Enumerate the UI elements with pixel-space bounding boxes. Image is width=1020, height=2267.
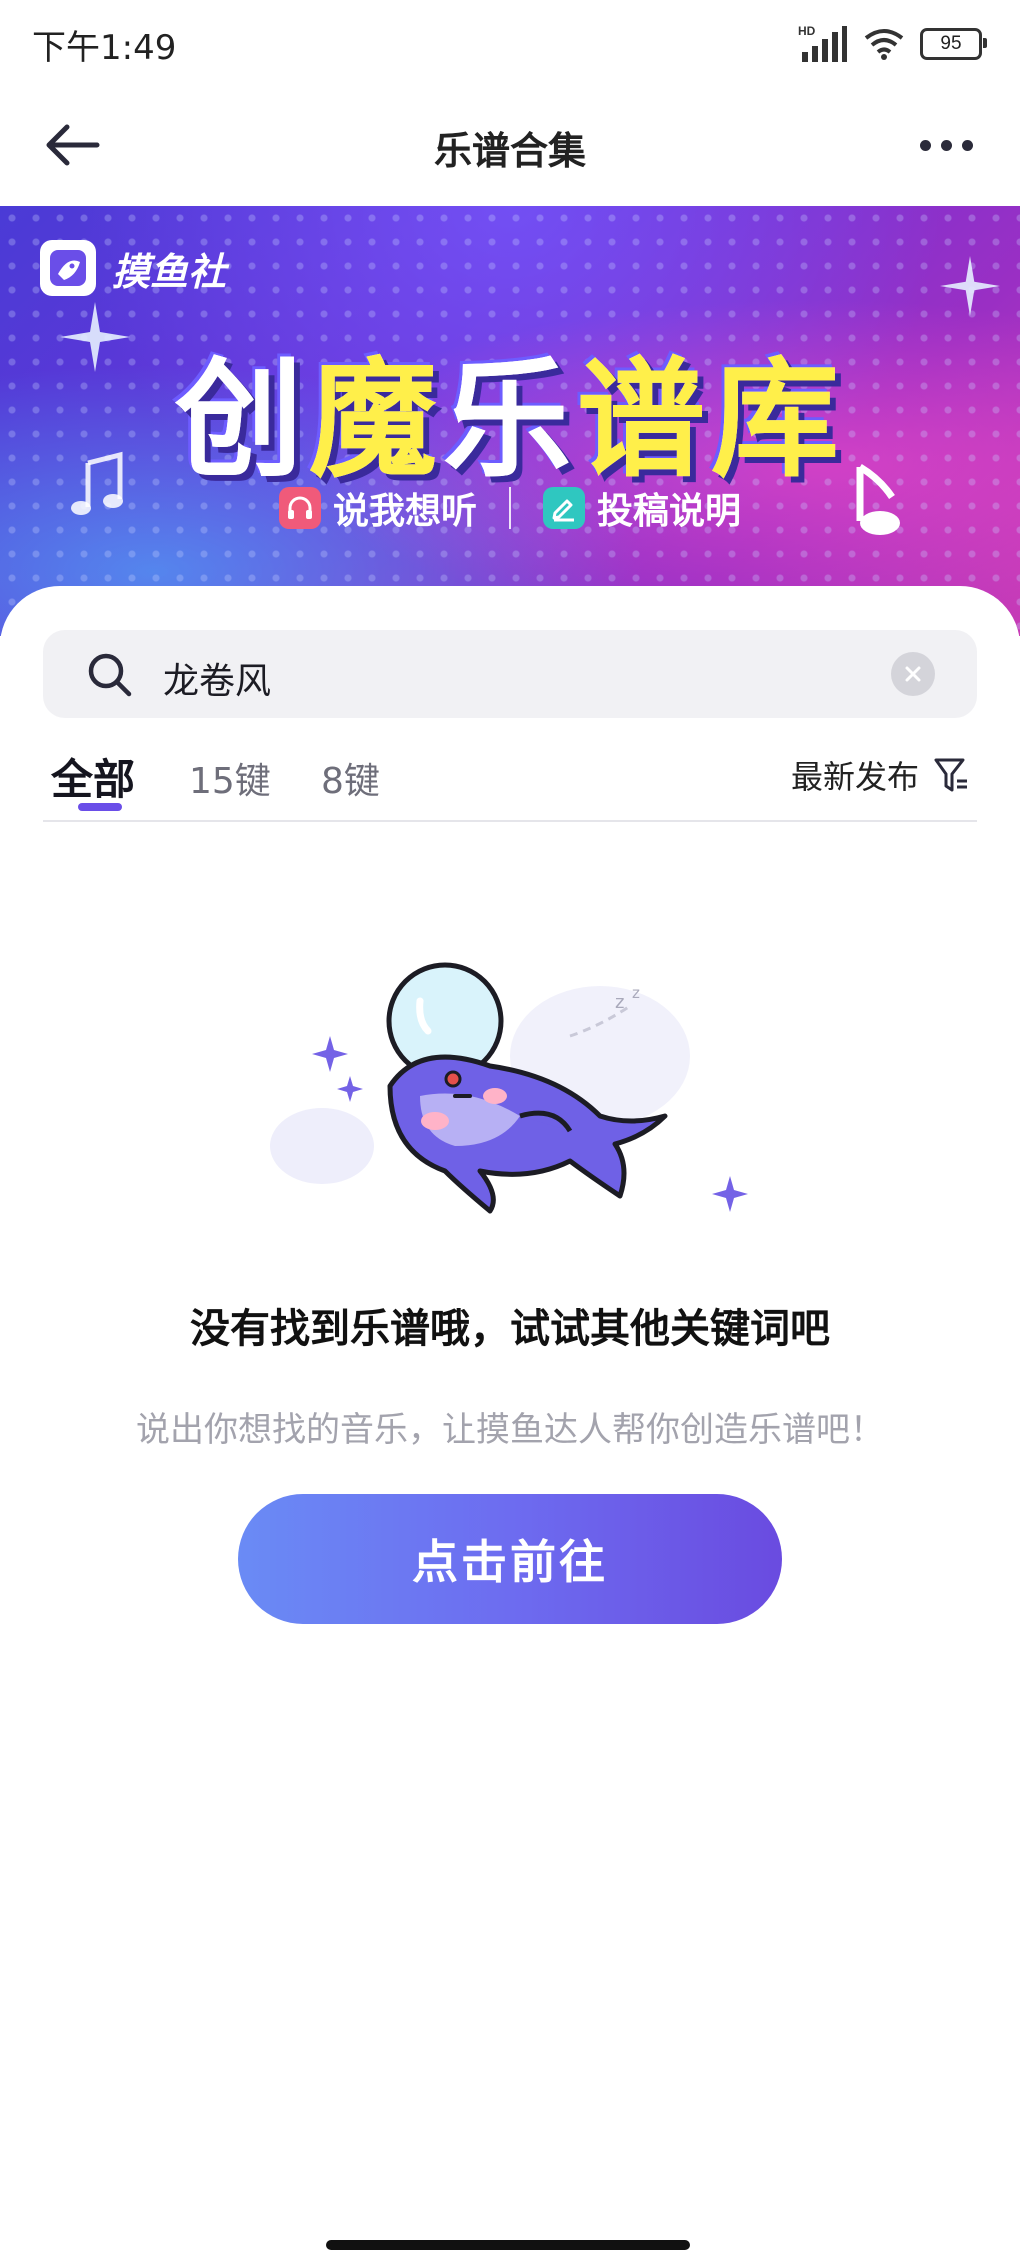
divider: [509, 487, 511, 529]
network-label: HD: [798, 24, 816, 38]
banner-title: 创魔乐谱库: [0, 316, 1020, 501]
headphones-icon: [278, 487, 321, 529]
status-icons: HD 95: [798, 24, 987, 64]
tab-label: 全部: [51, 755, 136, 804]
tab-bar: 全部 15键 8键 最新发布: [43, 736, 977, 822]
banner-title-part: 创: [174, 346, 309, 495]
search-value[interactable]: 龙卷风: [163, 652, 271, 704]
more-dots-icon: [919, 139, 931, 151]
nav-bar: 乐谱合集: [0, 86, 1020, 206]
search-icon: [88, 653, 132, 697]
request-song-link[interactable]: 说我想听: [278, 482, 477, 534]
search-input[interactable]: 龙卷风: [43, 630, 977, 718]
banner-title-highlight: 魔: [308, 346, 443, 495]
wifi-icon: [864, 29, 904, 60]
tab-8-keys[interactable]: 8键: [321, 752, 380, 804]
sort-label: 最新发布: [790, 758, 919, 796]
empty-state-subtitle: 说出你想找的音乐，让摸鱼达人帮你创造乐谱吧！: [136, 1410, 884, 1450]
go-button[interactable]: 点击前往: [238, 1494, 782, 1624]
submission-guide-link[interactable]: 投稿说明: [543, 482, 741, 534]
filter-icon: [934, 758, 967, 792]
empty-state-illustration: z z: [270, 962, 748, 1214]
banner-title-part: 乐: [443, 346, 578, 495]
empty-state-title: 没有找到乐谱哦，试试其他关键词吧: [190, 1306, 830, 1352]
page-title: 乐谱合集: [433, 129, 586, 173]
banner-title-highlight: 谱库: [577, 346, 846, 495]
tab-label: 15键: [189, 761, 271, 802]
request-song-label: 说我想听: [332, 491, 477, 532]
status-bar: 下午1:49 HD 95: [0, 0, 1020, 86]
brand-logo: [40, 240, 96, 296]
battery-icon: 95: [920, 28, 987, 60]
brand-name: 摸鱼社: [112, 249, 227, 294]
status-time: 下午1:49: [32, 28, 177, 68]
logo-icon: [50, 250, 86, 286]
signal-icon: HD: [798, 24, 847, 62]
clear-search-button[interactable]: [891, 652, 935, 696]
sparkle-icon: [940, 256, 1000, 316]
edit-icon: [543, 487, 585, 529]
zzz-mark: z: [615, 992, 624, 1013]
content-card: 龙卷风 全部 15键 8键 最新发布 z z 没有找到乐谱哦，试试其他关键词吧 …: [0, 586, 1020, 2267]
tab-15-keys[interactable]: 15键: [189, 752, 271, 804]
promo-banner[interactable]: 摸鱼社 创魔乐谱库 说我想听 投稿说明: [0, 206, 1020, 636]
brand: 摸鱼社: [40, 240, 226, 296]
more-button[interactable]: [906, 114, 986, 176]
submission-guide-label: 投稿说明: [597, 491, 742, 532]
home-indicator[interactable]: [326, 2240, 690, 2250]
tab-indicator: [78, 803, 122, 811]
tab-label: 8键: [321, 761, 380, 802]
zzz-mark: z: [632, 984, 640, 1002]
clear-icon: [905, 666, 921, 682]
tab-all[interactable]: 全部: [51, 746, 136, 811]
banner-actions: 说我想听 投稿说明: [0, 482, 1020, 534]
battery-level: 95: [940, 33, 962, 54]
sort-button[interactable]: 最新发布: [791, 752, 969, 798]
